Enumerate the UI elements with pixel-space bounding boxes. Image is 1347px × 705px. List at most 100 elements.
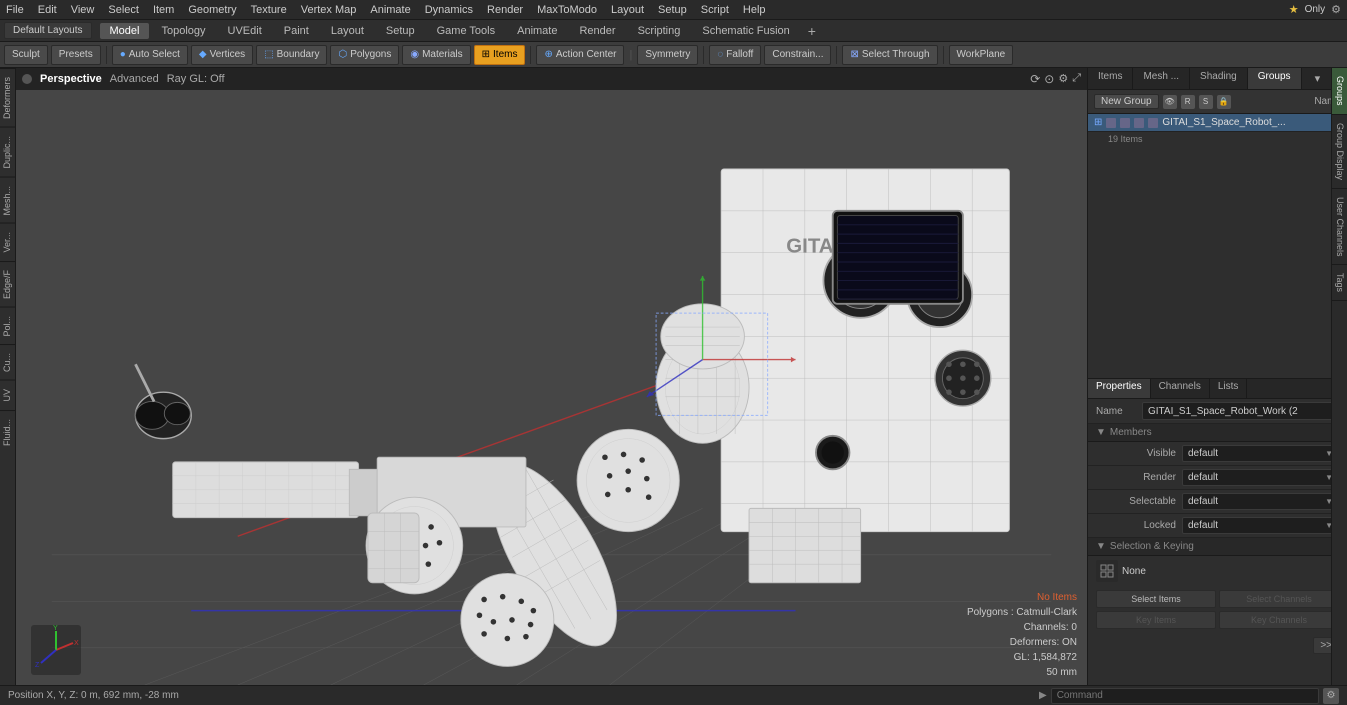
cmd-settings-button[interactable]: ⚙ xyxy=(1323,688,1339,704)
visible-dropdown[interactable]: default ▼ xyxy=(1182,445,1339,462)
select-through-button[interactable]: ⊠ Select Through xyxy=(842,45,937,65)
tab-schematic-fusion[interactable]: Schematic Fusion xyxy=(692,23,799,39)
rvtab-group-display[interactable]: Group Display xyxy=(1332,115,1347,189)
left-tab-pol[interactable]: Pol... xyxy=(0,307,15,345)
eye-icon[interactable]: 👁 xyxy=(1163,95,1177,109)
menu-render[interactable]: Render xyxy=(487,4,523,16)
rp-tab-dropdown[interactable]: ▾ xyxy=(1309,68,1327,89)
rvtab-groups[interactable]: Groups xyxy=(1332,68,1347,115)
props-tab-lists[interactable]: Lists xyxy=(1210,379,1248,398)
constrain-button[interactable]: Constrain... xyxy=(764,45,831,65)
presets-button[interactable]: Presets xyxy=(51,45,101,65)
select-channels-button[interactable]: Select Channels xyxy=(1219,590,1339,608)
left-tab-uv[interactable]: UV xyxy=(0,380,15,410)
menu-item[interactable]: Item xyxy=(153,4,174,16)
left-tab-ver[interactable]: Ver... xyxy=(0,223,15,261)
menu-help[interactable]: Help xyxy=(743,4,766,16)
render-icon[interactable]: R xyxy=(1181,95,1195,109)
symmetry-button[interactable]: Symmetry xyxy=(637,45,698,65)
sculpt-button[interactable]: Sculpt xyxy=(4,45,48,65)
viewport-toggle[interactable] xyxy=(22,74,32,84)
left-tab-cu[interactable]: Cu... xyxy=(0,344,15,380)
tab-animate[interactable]: Animate xyxy=(507,23,567,39)
left-tab-deformers[interactable]: Deformers xyxy=(0,68,15,127)
menu-setup[interactable]: Setup xyxy=(658,4,687,16)
viewport[interactable]: Perspective Advanced Ray GL: Off ⟳ ⊙ ⚙ ⤢ xyxy=(16,68,1087,685)
tab-scripting[interactable]: Scripting xyxy=(628,23,691,39)
tab-groups[interactable]: Groups xyxy=(1248,68,1302,89)
tab-setup[interactable]: Setup xyxy=(376,23,425,39)
materials-button[interactable]: ◉ Materials xyxy=(402,45,470,65)
boundary-button[interactable]: ⬚ Boundary xyxy=(256,45,327,65)
action-center-icon: ⊕ xyxy=(544,49,552,60)
tab-items[interactable]: Items xyxy=(1088,68,1133,89)
none-label: None xyxy=(1122,566,1339,577)
tab-render[interactable]: Render xyxy=(569,23,625,39)
group-item-sel[interactable] xyxy=(1134,118,1144,128)
menu-select[interactable]: Select xyxy=(108,4,139,16)
polygons-button[interactable]: ⬡ Polygons xyxy=(330,45,399,65)
separator-pipe: | xyxy=(627,49,634,61)
menu-maxtomodo[interactable]: MaxToModo xyxy=(537,4,597,16)
new-group-button[interactable]: New Group xyxy=(1094,94,1159,109)
key-items-button[interactable]: Key Items xyxy=(1096,611,1216,629)
locked-dropdown[interactable]: default ▼ xyxy=(1182,517,1339,534)
key-channels-button[interactable]: Key Channels xyxy=(1219,611,1339,629)
tab-topology[interactable]: Topology xyxy=(151,23,215,39)
vertices-button[interactable]: ◆ Vertices xyxy=(191,45,253,65)
tab-mesh[interactable]: Mesh ... xyxy=(1133,68,1190,89)
boundary-icon: ⬚ xyxy=(264,49,273,60)
menu-geometry[interactable]: Geometry xyxy=(188,4,236,16)
menu-layout[interactable]: Layout xyxy=(611,4,644,16)
vp-settings-icon[interactable]: ⚙ xyxy=(1058,72,1068,86)
menu-dynamics[interactable]: Dynamics xyxy=(425,4,473,16)
props-tab-properties[interactable]: Properties xyxy=(1088,379,1151,398)
left-tab-edgef[interactable]: Edge/F xyxy=(0,261,15,307)
group-item-count: 19 Items xyxy=(1088,132,1347,146)
select-icon[interactable]: S xyxy=(1199,95,1213,109)
left-tab-duplicate[interactable]: Duplic... xyxy=(0,127,15,177)
command-input[interactable] xyxy=(1051,688,1319,704)
rvtab-tags[interactable]: Tags xyxy=(1332,265,1347,301)
tab-paint[interactable]: Paint xyxy=(274,23,319,39)
tab-layout[interactable]: Layout xyxy=(321,23,374,39)
rvtab-user-channels[interactable]: User Channels xyxy=(1332,189,1347,266)
menu-script[interactable]: Script xyxy=(701,4,729,16)
name-input[interactable] xyxy=(1142,402,1339,420)
lock-icon[interactable]: 🔒 xyxy=(1217,95,1231,109)
menu-animate[interactable]: Animate xyxy=(370,4,410,16)
left-tab-fluid[interactable]: Fluid... xyxy=(0,410,15,454)
menu-edit[interactable]: Edit xyxy=(38,4,57,16)
props-tab-channels[interactable]: Channels xyxy=(1151,379,1210,398)
menu-vertex-map[interactable]: Vertex Map xyxy=(301,4,357,16)
render-dropdown[interactable]: default ▼ xyxy=(1182,469,1339,486)
svg-text:Y: Y xyxy=(53,625,58,632)
toolbar-sep-1 xyxy=(106,46,107,64)
tab-model[interactable]: Model xyxy=(100,23,150,39)
menu-view[interactable]: View xyxy=(71,4,95,16)
tab-uvedit[interactable]: UVEdit xyxy=(218,23,272,39)
items-button[interactable]: ⊞ Items xyxy=(474,45,526,65)
vp-reset-icon[interactable]: ⟳ xyxy=(1030,72,1040,86)
group-item-lock[interactable] xyxy=(1148,118,1158,128)
action-center-button[interactable]: ⊕ Action Center xyxy=(536,45,624,65)
tab-game-tools[interactable]: Game Tools xyxy=(427,23,506,39)
select-items-button[interactable]: Select Items xyxy=(1096,590,1216,608)
auto-select-button[interactable]: ● Auto Select xyxy=(112,45,188,65)
group-item-vis[interactable] xyxy=(1106,118,1116,128)
key-pattern-icon[interactable] xyxy=(1096,560,1118,582)
selectable-dropdown[interactable]: default ▼ xyxy=(1182,493,1339,510)
left-tab-mesh[interactable]: Mesh... xyxy=(0,177,15,224)
falloff-button[interactable]: ◌ Falloff xyxy=(709,45,761,65)
group-item-render[interactable] xyxy=(1120,118,1130,128)
add-tab-button[interactable]: + xyxy=(802,21,822,41)
tab-shading[interactable]: Shading xyxy=(1190,68,1248,89)
vp-zoom-fit-icon[interactable]: ⊙ xyxy=(1044,72,1054,86)
workplane-button[interactable]: WorkPlane xyxy=(949,45,1014,65)
group-item-robot[interactable]: ⊞ GITAI_S1_Space_Robot_... xyxy=(1088,114,1347,132)
menu-texture[interactable]: Texture xyxy=(251,4,287,16)
vp-maximize-icon[interactable]: ⤢ xyxy=(1072,72,1081,86)
settings-icon[interactable]: ⚙ xyxy=(1331,3,1341,16)
menu-file[interactable]: File xyxy=(6,4,24,16)
layout-dropdown[interactable]: Default Layouts xyxy=(4,22,92,39)
